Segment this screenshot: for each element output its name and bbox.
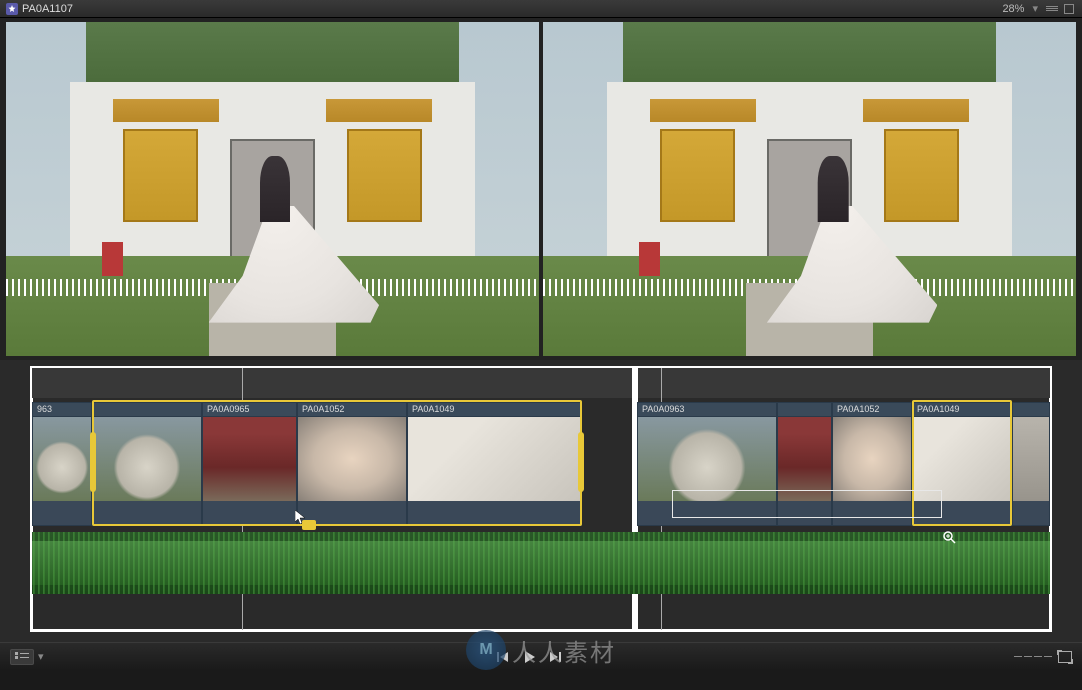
clip-label (778, 403, 831, 417)
clip-partial[interactable]: 963 (32, 402, 92, 526)
trim-handle-right[interactable] (578, 432, 584, 492)
trim-handle-left[interactable] (90, 432, 96, 492)
window-layout-icon[interactable] (1064, 4, 1074, 14)
cursor-arrow-icon (295, 510, 307, 524)
fullscreen-button[interactable] (1058, 651, 1072, 663)
clip[interactable] (92, 402, 202, 526)
clip-label: PA0A0965 (203, 403, 296, 417)
timeline-index-button[interactable] (10, 649, 34, 665)
timecode-placeholder (1014, 656, 1052, 657)
primary-storyline[interactable]: 963 PA0A0965 PA0A1052 PA0A1049 (32, 402, 1050, 526)
watermark-text: 人人素材 (512, 633, 616, 668)
project-icon (6, 3, 18, 15)
audio-track[interactable] (32, 532, 1050, 594)
clip-trailing[interactable] (1012, 402, 1050, 526)
timeline-area: 963 PA0A0965 PA0A1052 PA0A1049 (0, 360, 1082, 670)
project-viewer[interactable] (543, 22, 1076, 356)
clip-label (93, 403, 201, 417)
clip-label: PA0A1049 (913, 403, 1011, 417)
clip[interactable]: PA0A1049 (407, 402, 582, 526)
zoom-level[interactable]: 28% (1002, 3, 1024, 15)
viewer-area (0, 18, 1082, 360)
cursor-zoom-icon (942, 530, 956, 544)
clip-label (1013, 403, 1049, 417)
audio-waveform (32, 532, 1050, 594)
clip-label: PA0A1052 (833, 403, 911, 417)
clip-label: 963 (33, 403, 91, 417)
event-viewer[interactable] (6, 22, 539, 356)
clip[interactable]: PA0A1052 (297, 402, 407, 526)
view-options-icon[interactable] (1046, 6, 1058, 11)
watermark: M 人人素材 (466, 630, 616, 670)
clip[interactable]: PA0A0965 (202, 402, 297, 526)
viewer-header: PA0A1107 28% ▾ (0, 0, 1082, 18)
clip-title: PA0A1107 (22, 3, 1002, 15)
clip-label: PA0A1049 (408, 403, 581, 417)
watermark-logo-icon: M (466, 630, 506, 670)
zoom-chevron-icon[interactable]: ▾ (1032, 2, 1038, 15)
clip-label: PA0A0963 (638, 403, 776, 417)
clip-label: PA0A1052 (298, 403, 406, 417)
timeline-ruler[interactable] (32, 368, 1050, 398)
marquee-selection (672, 490, 942, 518)
